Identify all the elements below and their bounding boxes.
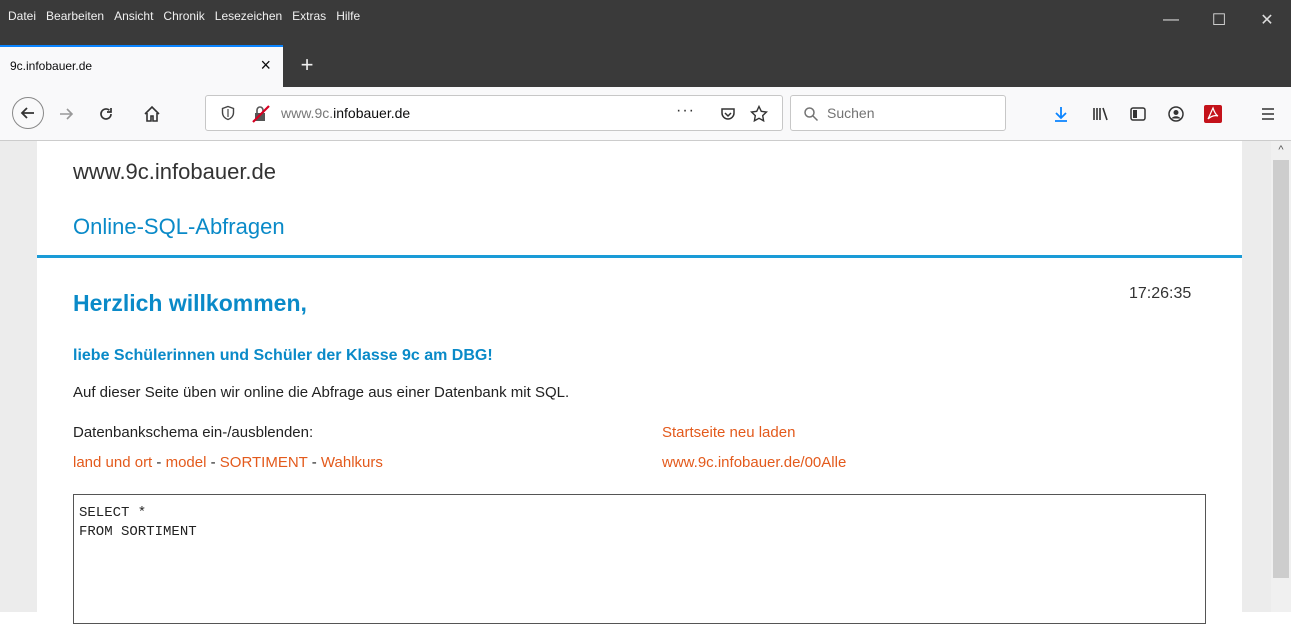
tab-close-icon[interactable]: × <box>260 55 271 76</box>
download-icon <box>1055 107 1067 122</box>
sidebar-icon <box>1130 107 1146 121</box>
account-button[interactable] <box>1162 100 1190 128</box>
search-bar[interactable]: Suchen <box>790 95 1006 131</box>
hamburger-icon <box>1262 108 1274 120</box>
navigation-toolbar: www.9c.infobauer.de ··· Suchen <box>0 87 1291 141</box>
schema-link-model[interactable]: model <box>166 454 207 471</box>
back-arrow-icon <box>20 107 34 119</box>
alle-link[interactable]: www.9c.infobauer.de/00Alle <box>662 454 846 471</box>
menu-bar: Datei Bearbeiten Ansicht Chronik Lesezei… <box>0 0 365 40</box>
forward-arrow-icon <box>60 108 74 120</box>
schema-separator: - <box>206 454 220 471</box>
browser-chrome: Datei Bearbeiten Ansicht Chronik Lesezei… <box>0 0 1291 87</box>
pdf-icon <box>1204 105 1222 123</box>
schema-separator: - <box>152 454 166 471</box>
pdf-extension-button[interactable] <box>1199 100 1227 128</box>
search-icon <box>804 107 819 122</box>
site-url-heading: www.9c.infobauer.de <box>73 159 277 184</box>
window-close-button[interactable]: ✕ <box>1243 0 1291 40</box>
scrollbar-thumb[interactable] <box>1273 160 1289 578</box>
menu-chronik[interactable]: Chronik <box>158 0 209 23</box>
page-margin-right <box>1242 141 1271 612</box>
scroll-up-icon[interactable]: ^ <box>1273 141 1289 159</box>
schema-separator: - <box>307 454 321 471</box>
menu-hilfe[interactable]: Hilfe <box>331 0 365 23</box>
schema-links: land und ort - model - SORTIMENT - Wahlk… <box>73 454 383 471</box>
maximize-button[interactable]: ☐ <box>1195 0 1243 40</box>
url-bar[interactable]: www.9c.infobauer.de ··· <box>205 95 783 131</box>
greeting-subheading: liebe Schülerinnen und Schüler der Klass… <box>73 347 493 364</box>
menu-bearbeiten[interactable]: Bearbeiten <box>41 0 109 23</box>
account-icon <box>1168 106 1184 122</box>
sidebar-button[interactable] <box>1124 100 1152 128</box>
home-icon <box>144 105 160 122</box>
pocket-icon[interactable] <box>720 106 736 122</box>
page-content: www.9c.infobauer.de Online-SQL-Abfragen … <box>37 141 1242 624</box>
downloads-button[interactable] <box>1047 100 1075 128</box>
site-subtitle: Online-SQL-Abfragen <box>73 214 285 239</box>
library-icon <box>1093 107 1108 121</box>
tab-active[interactable]: 9c.infobauer.de × <box>0 45 283 87</box>
menu-datei[interactable]: Datei <box>0 0 41 23</box>
intro-text: Auf dieser Seite üben wir online die Abf… <box>73 384 570 401</box>
url-text[interactable]: www.9c.infobauer.de <box>281 105 410 121</box>
menu-extras[interactable]: Extras <box>287 0 331 23</box>
reload-icon <box>100 108 112 120</box>
schema-link-wahlkurs[interactable]: Wahlkurs <box>321 454 383 471</box>
search-placeholder: Suchen <box>827 105 875 121</box>
insecure-lock-icon[interactable] <box>252 105 270 123</box>
welcome-heading: Herzlich willkommen, <box>73 290 307 316</box>
minimize-button[interactable]: — <box>1147 0 1195 40</box>
menu-lesezeichen[interactable]: Lesezeichen <box>210 0 287 23</box>
sql-query-input[interactable]: SELECT * FROM SORTIMENT <box>73 494 1206 624</box>
forward-button[interactable] <box>52 100 80 128</box>
schema-toggle-label: Datenbankschema ein-/ausblenden: <box>73 424 314 441</box>
tab-title: 9c.infobauer.de <box>10 59 93 73</box>
bookmark-star-icon[interactable] <box>750 105 768 123</box>
reload-button[interactable] <box>92 100 120 128</box>
menu-button[interactable] <box>1254 100 1282 128</box>
clock: 17:26:35 <box>1129 285 1192 302</box>
header-divider <box>37 255 1242 258</box>
schema-link-sortiment[interactable]: SORTIMENT <box>220 454 308 471</box>
shield-icon[interactable] <box>220 105 236 121</box>
reload-start-link[interactable]: Startseite neu laden <box>662 424 795 441</box>
page-margin-left <box>0 141 37 612</box>
back-button[interactable] <box>12 97 44 129</box>
window-controls: — ☐ ✕ <box>1147 0 1291 40</box>
schema-link-land-und-ort[interactable]: land und ort <box>73 454 152 471</box>
new-tab-button[interactable]: + <box>292 48 322 82</box>
page-actions-icon[interactable]: ··· <box>676 102 695 120</box>
library-button[interactable] <box>1086 100 1114 128</box>
menu-ansicht[interactable]: Ansicht <box>109 0 158 23</box>
home-button[interactable] <box>138 100 166 128</box>
